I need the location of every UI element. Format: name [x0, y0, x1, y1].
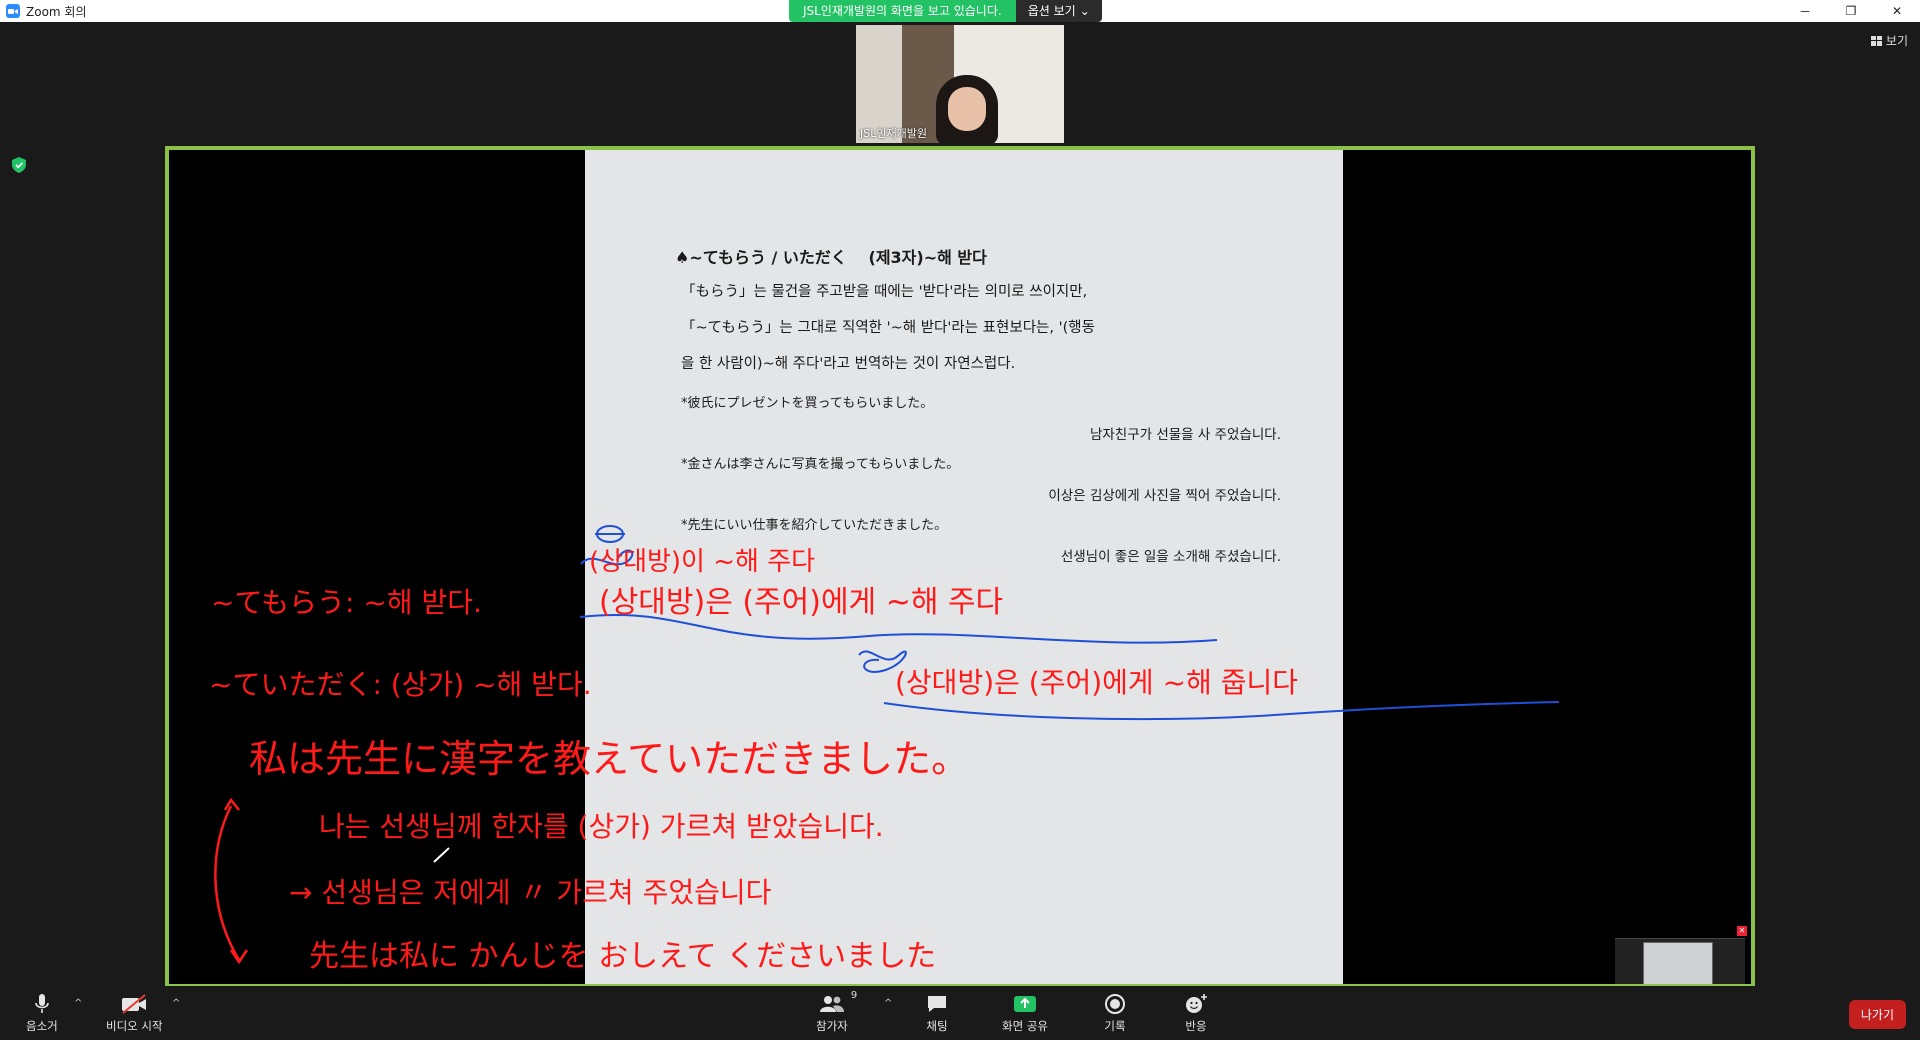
reactions-label: 반응: [1185, 1019, 1207, 1033]
participant-name: JSL인재개발원: [860, 127, 927, 140]
window-title: Zoom 회의: [26, 4, 87, 19]
participant-video-thumbnail[interactable]: JSL인재개발원: [856, 25, 1064, 143]
audio-options-chevron-icon[interactable]: ^: [74, 998, 82, 1009]
leave-meeting-button[interactable]: 나가기: [1848, 1000, 1906, 1029]
document-content: ♠~てもらう / いただく (제3자)~해 받다 「もらう」는 물건을 주고받을…: [675, 244, 1281, 565]
chevron-down-icon: ⌄: [1079, 4, 1090, 18]
paragraph-line: 「~てもらう」는 그대로 직역한 '~해 받다'라는 표현보다는, '(행동: [681, 320, 1095, 336]
record-button[interactable]: 기록: [1104, 992, 1126, 1034]
start-video-button[interactable]: 비디오 시작: [106, 992, 163, 1034]
red-arrow-curve: [214, 805, 241, 961]
chat-button[interactable]: 채팅: [926, 992, 948, 1034]
mini-document-preview: [1643, 942, 1713, 984]
meeting-toolbar: 음소거 ^ 비디오 시작 ^ 9 참가자 ^ 채팅 화면 공유 기록 반응 나가…: [0, 986, 1920, 1040]
reactions-button[interactable]: 반응: [1184, 992, 1208, 1034]
shared-screen[interactable]: ♠~てもらう / いただく (제3자)~해 받다 「もらう」는 물건을 주고받을…: [165, 146, 1755, 988]
view-button-label: 보기: [1885, 34, 1908, 48]
record-icon: [1104, 992, 1126, 1016]
participant-face: [948, 87, 986, 131]
record-label: 기록: [1104, 1019, 1126, 1033]
close-mini-thumb-icon[interactable]: ✕: [1737, 926, 1747, 936]
share-screen-button[interactable]: 화면 공유: [1002, 992, 1048, 1034]
mute-label: 음소거: [26, 1019, 58, 1033]
annotation-line-2-left: ~ていただく: (상가) ~해 받다.: [209, 668, 592, 701]
red-arrow-head: [229, 949, 249, 965]
document-heading: ♠~てもらう / いただく (제3자)~해 받다: [675, 248, 987, 267]
annotation-line-1-left: ~てもらう: ~해 받다.: [211, 586, 482, 619]
example-korean: 남자친구가 선물을 사 주었습니다.: [1089, 427, 1281, 443]
paragraph-line: 을 한 사람이)~해 주다'라고 번역하는 것이 자연스럽다.: [681, 356, 1016, 372]
mini-screen-thumbnail[interactable]: [1615, 938, 1745, 984]
window-controls: ─ ❐ ✕: [1782, 0, 1920, 22]
share-screen-icon: [1013, 992, 1037, 1016]
example-block: *金さんは李さんに写真を撮ってもらいました。 이상은 김상에게 사진을 찍어 주…: [681, 453, 1281, 504]
microphone-icon: [34, 992, 50, 1016]
minimize-button[interactable]: ─: [1782, 0, 1828, 22]
paragraph-line: 「もらう」는 물건을 주고받을 때에는 '받다'라는 의미로 쓰이지만,: [681, 284, 1088, 300]
restore-button[interactable]: ❐: [1828, 0, 1874, 22]
pen-cursor-icon: [433, 847, 450, 863]
start-video-label: 비디오 시작: [106, 1019, 163, 1033]
share-screen-label: 화면 공유: [1002, 1019, 1048, 1033]
gallery-grid-icon: [1870, 35, 1882, 46]
video-off-icon: [120, 992, 148, 1016]
view-options-label: 옵션 보기: [1027, 4, 1076, 18]
participants-count: 9: [850, 990, 858, 1001]
zoom-logo-icon: [6, 4, 20, 18]
participants-label: 참가자: [816, 1019, 848, 1033]
example-korean: 선생님이 좋은 일을 소개해 주셨습니다.: [1060, 549, 1281, 565]
example-block: *彼氏にプレゼントを買ってもらいました。 남자친구가 선물을 사 주었습니다.: [681, 392, 1281, 443]
example-japanese: *先生にいい仕事を紹介していただきました。: [681, 518, 948, 533]
video-options-chevron-icon[interactable]: ^: [172, 998, 180, 1009]
view-button[interactable]: 보기: [1870, 32, 1908, 49]
example-block: *先生にいい仕事を紹介していただきました。 선생님이 좋은 일을 소개해 주셨습…: [681, 514, 1281, 565]
participants-button[interactable]: 9 참가자: [816, 990, 857, 1034]
participants-icon: 9: [819, 990, 857, 1016]
example-korean: 이상은 김상에게 사진을 찍어 주었습니다.: [1048, 488, 1281, 504]
example-japanese: *彼氏にプレゼントを買ってもらいました。: [681, 396, 934, 411]
document-page: ♠~てもらう / いただく (제3자)~해 받다 「もらう」는 물건을 주고받을…: [585, 150, 1343, 984]
chat-icon: [926, 992, 948, 1016]
smiley-plus-icon: [1184, 992, 1208, 1016]
participants-options-chevron-icon[interactable]: ^: [884, 998, 892, 1009]
screen-share-banner: JSL인재개발원의 화면을 보고 있습니다. 옵션 보기 ⌄: [789, 0, 1102, 22]
close-window-button[interactable]: ✕: [1874, 0, 1920, 22]
chat-label: 채팅: [926, 1019, 948, 1033]
share-status-message: JSL인재개발원의 화면을 보고 있습니다.: [789, 0, 1016, 22]
example-japanese: *金さんは李さんに写真を撮ってもらいました。: [681, 457, 960, 472]
mute-button[interactable]: 음소거: [26, 992, 58, 1034]
view-options-button[interactable]: 옵션 보기 ⌄: [1015, 0, 1102, 22]
red-arrow-head: [223, 797, 240, 811]
encryption-shield-icon[interactable]: [12, 157, 26, 173]
document-paragraph: 「もらう」는 물건을 주고받을 때에는 '받다'라는 의미로 쓰이지만, 「~て…: [681, 274, 1281, 382]
